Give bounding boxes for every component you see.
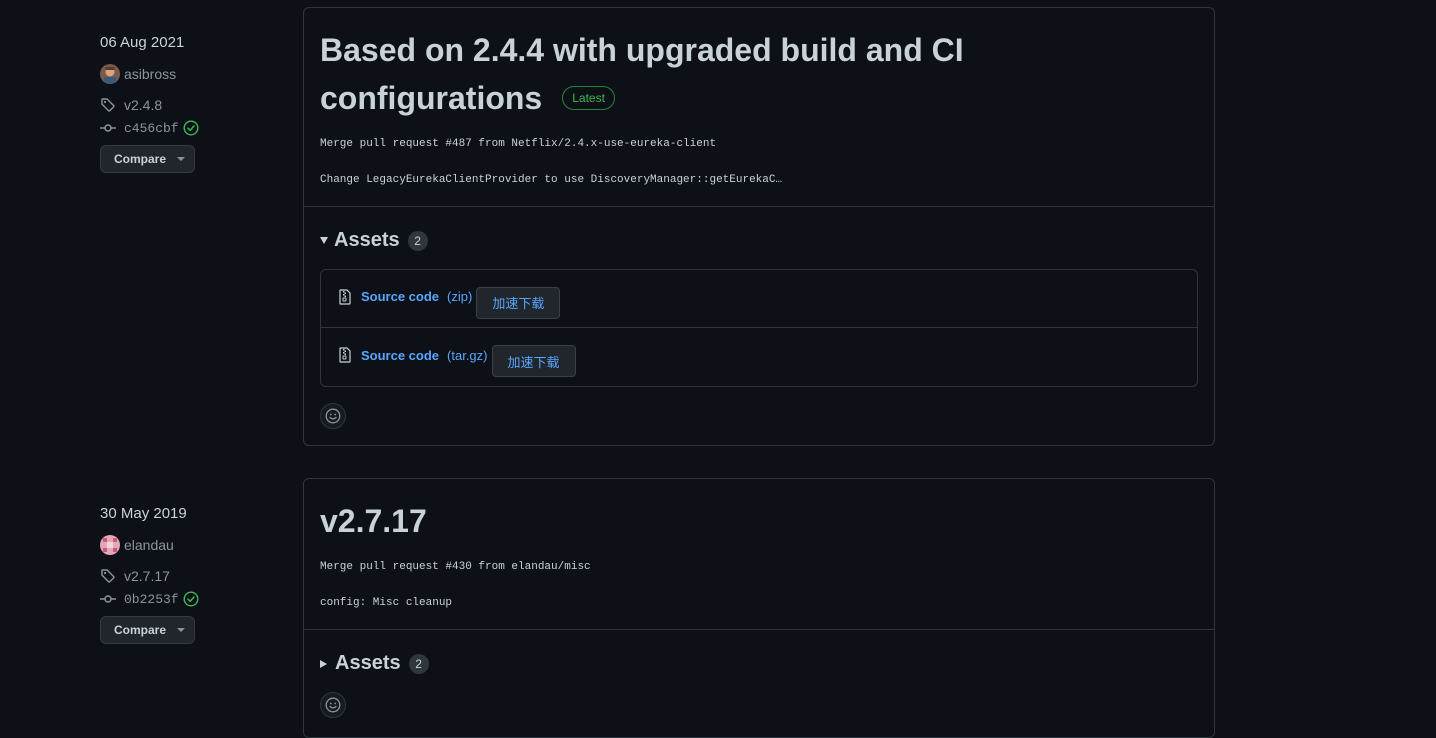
- author-name[interactable]: elandau: [124, 537, 174, 553]
- assets-toggle[interactable]: Assets 2: [320, 652, 429, 675]
- triangle-down-icon: [320, 237, 328, 244]
- tag-name[interactable]: v2.7.17: [124, 568, 170, 584]
- check-circle-icon[interactable]: [183, 591, 199, 607]
- release-date: 30 May 2019: [100, 505, 187, 522]
- smiley-icon: [325, 697, 341, 713]
- assets-list: Source code (zip) 加速下载 Source code (tar.…: [320, 269, 1198, 387]
- commit-sha[interactable]: c456cbf: [124, 121, 179, 136]
- assets-count-badge: 2: [407, 230, 428, 251]
- asset-row: Source code (zip) 加速下载: [321, 270, 1197, 328]
- add-reaction-button[interactable]: [320, 692, 346, 718]
- commit-sha[interactable]: 0b2253f: [124, 592, 179, 607]
- file-zip-icon: [339, 347, 351, 363]
- divider: [304, 206, 1214, 207]
- assets-heading: Assets: [335, 652, 401, 674]
- release-author[interactable]: asibross: [100, 64, 176, 84]
- divider: [304, 629, 1214, 630]
- compare-button[interactable]: Compare: [100, 145, 195, 173]
- chevron-down-icon: [177, 628, 186, 632]
- asset-extension[interactable]: (tar.gz): [447, 348, 487, 363]
- release-title[interactable]: v2.7.17: [320, 497, 427, 545]
- avatar[interactable]: [100, 64, 120, 84]
- check-circle-icon[interactable]: [183, 120, 199, 136]
- release-card: Based on 2.4.4 with upgraded build and C…: [303, 7, 1215, 446]
- compare-button[interactable]: Compare: [100, 616, 195, 644]
- compare-label: Compare: [114, 152, 167, 166]
- release-tag[interactable]: v2.7.17: [100, 567, 170, 585]
- asset-source-code-link[interactable]: Source code: [361, 289, 439, 304]
- release-commit[interactable]: 0b2253f: [100, 590, 199, 608]
- release-title-continued: configurations Latest: [320, 74, 615, 122]
- tag-icon: [101, 569, 115, 583]
- smiley-icon: [325, 408, 341, 424]
- author-name[interactable]: asibross: [124, 66, 176, 82]
- assets-heading: Assets: [334, 229, 400, 251]
- asset-extension[interactable]: (zip): [447, 289, 472, 304]
- chevron-down-icon: [177, 157, 186, 161]
- release-title-line2[interactable]: configurations: [320, 74, 542, 122]
- git-commit-icon: [100, 595, 116, 603]
- assets-count-badge: 2: [408, 653, 429, 674]
- release-date: 06 Aug 2021: [100, 34, 185, 51]
- git-commit-icon: [100, 124, 116, 132]
- add-reaction-button[interactable]: [320, 403, 346, 429]
- release-card: v2.7.17 Merge pull request #430 from ela…: [303, 478, 1215, 738]
- latest-badge: Latest: [562, 86, 615, 110]
- tag-name[interactable]: v2.4.8: [124, 97, 162, 113]
- assets-toggle[interactable]: Assets 2: [320, 229, 428, 252]
- asset-source-code-link[interactable]: Source code: [361, 348, 439, 363]
- release-body-line: Change LegacyEurekaClientProvider to use…: [320, 174, 783, 186]
- accelerated-download-button[interactable]: 加速下载: [476, 286, 561, 319]
- release-author[interactable]: elandau: [100, 535, 174, 555]
- compare-label: Compare: [114, 623, 167, 637]
- release-body-line: Merge pull request #487 from Netflix/2.4…: [320, 138, 717, 150]
- triangle-right-icon: [320, 659, 327, 668]
- release-title[interactable]: Based on 2.4.4 with upgraded build and C…: [320, 26, 964, 74]
- avatar[interactable]: [100, 535, 120, 555]
- asset-row: Source code (tar.gz) 加速下载: [321, 328, 1197, 386]
- file-zip-icon: [339, 288, 351, 305]
- accelerated-download-button[interactable]: 加速下载: [491, 345, 576, 377]
- release-commit[interactable]: c456cbf: [100, 119, 199, 137]
- release-body-line: config: Misc cleanup: [320, 597, 453, 609]
- release-tag[interactable]: v2.4.8: [100, 96, 162, 114]
- release-body-line: Merge pull request #430 from elandau/mis…: [320, 561, 591, 573]
- tag-icon: [101, 98, 115, 112]
